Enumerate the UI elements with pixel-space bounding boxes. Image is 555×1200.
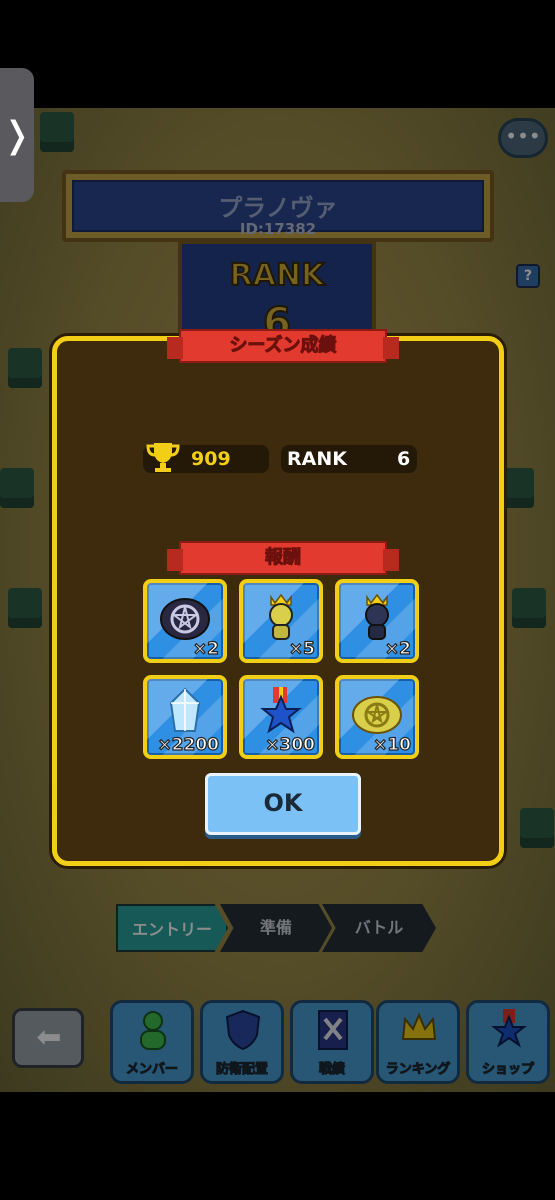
reward-count: ×2 bbox=[384, 638, 411, 659]
reward-item[interactable]: ×10 bbox=[335, 675, 419, 759]
reward-count: ×2 bbox=[192, 638, 219, 659]
reward-count: ×300 bbox=[265, 734, 316, 755]
rank-label: RANK bbox=[287, 448, 347, 470]
reward-count: ×10 bbox=[372, 734, 411, 755]
dark-seal-icon bbox=[160, 598, 210, 640]
reward-item[interactable]: ×2 bbox=[143, 579, 227, 663]
dark-crowned-figure-icon bbox=[365, 593, 389, 640]
reward-count: ×2200 bbox=[157, 734, 220, 755]
ok-button[interactable]: OK bbox=[205, 773, 361, 835]
season-score: 909 bbox=[191, 448, 231, 470]
trophy-icon bbox=[146, 443, 180, 472]
gold-crowned-figure-icon bbox=[269, 593, 293, 640]
star-medal-icon bbox=[260, 687, 302, 734]
rewards-title: 報酬 bbox=[167, 541, 399, 575]
side-expand-tab[interactable]: ❭ bbox=[0, 68, 34, 202]
reward-item[interactable]: ×2200 bbox=[143, 675, 227, 759]
reward-item[interactable]: ×300 bbox=[239, 675, 323, 759]
reward-item[interactable]: ×2 bbox=[335, 579, 419, 663]
crystal-icon bbox=[169, 687, 201, 732]
reward-count: ×5 bbox=[288, 638, 315, 659]
dialog-title: シーズン成績 bbox=[167, 329, 399, 363]
chevron-right-icon: ❭ bbox=[1, 114, 33, 156]
game-screen: ••• プラノヴァ ID:17382 RANK 6 ? エントリー 準備 バトル… bbox=[0, 108, 555, 1092]
rank-value: 6 bbox=[397, 448, 411, 470]
season-result-dialog: シーズン成績 909 RANK 6 報酬 ×2 ×5 ×2 ×2200 ×300… bbox=[52, 329, 504, 866]
reward-item[interactable]: ×5 bbox=[239, 579, 323, 663]
gold-seal-icon bbox=[352, 696, 402, 734]
